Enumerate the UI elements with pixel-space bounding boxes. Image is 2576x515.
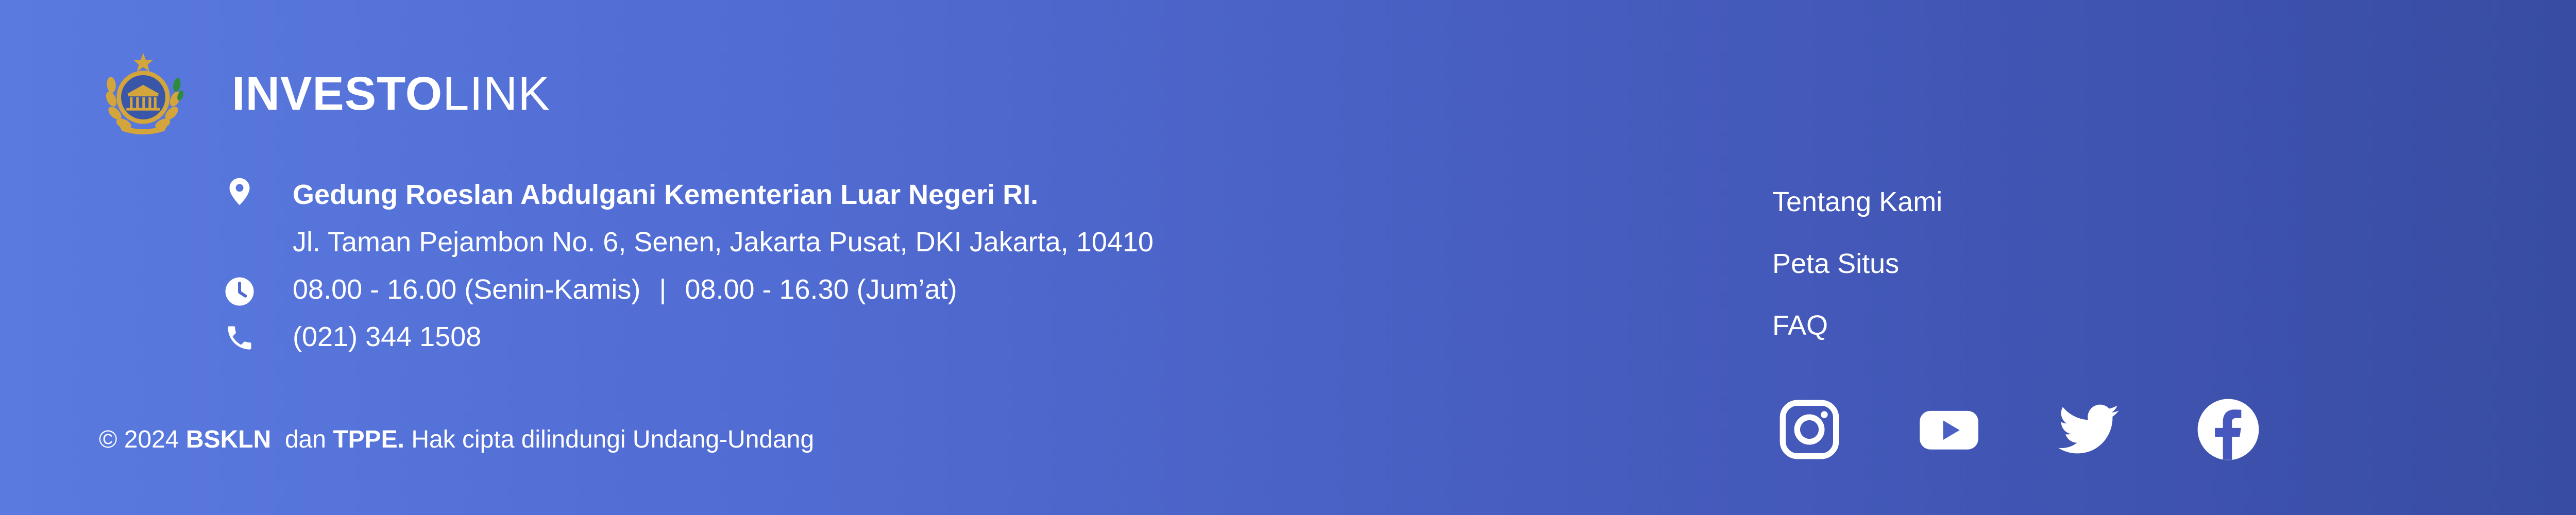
hours-weekday: 08.00 - 16.00 (Senin-Kamis) — [293, 274, 641, 305]
facebook-button[interactable] — [2195, 397, 2261, 462]
address-row: Gedung Roeslan Abdulgani Kementerian Lua… — [224, 171, 1154, 266]
link-peta-situs[interactable]: Peta Situs — [1772, 247, 1942, 280]
footer-links: Tentang Kami Peta Situs FAQ — [1772, 185, 1942, 371]
contact-info: Gedung Roeslan Abdulgani Kementerian Lua… — [224, 171, 1154, 360]
site-footer: INVESTOLINK Gedung Roeslan Abdulgani Kem… — [0, 0, 2576, 515]
map-pin-icon — [229, 178, 250, 205]
copyright-org-tppe: TPPE. — [333, 426, 404, 453]
brand-logo-text: INVESTOLINK — [232, 70, 550, 117]
phone-number[interactable]: (021) 344 1508 — [293, 313, 481, 360]
hours-separator: | — [659, 274, 667, 305]
brand-name-bold: INVESTO — [232, 67, 443, 120]
instagram-button[interactable] — [1776, 397, 1842, 462]
office-hours: 08.00 - 16.00 (Senin-Kamis) | 08.00 - 16.3… — [293, 266, 957, 313]
social-links — [1776, 397, 2335, 462]
copyright-prefix: © 2024 — [99, 426, 179, 453]
government-emblem-icon — [106, 53, 184, 135]
brand[interactable]: INVESTOLINK — [99, 49, 550, 138]
phone-row: (021) 344 1508 — [224, 313, 1154, 360]
copyright: © 2024 BSKLN dan TPPE. Hak cipta dilindu… — [99, 423, 814, 456]
phone-icon — [228, 326, 251, 350]
twitter-button[interactable] — [2056, 397, 2122, 462]
copyright-conj: dan — [284, 426, 326, 453]
copyright-org-bskln: BSKLN — [185, 426, 272, 453]
twitter-icon — [2058, 404, 2119, 454]
address-title: Gedung Roeslan Abdulgani Kementerian Lua… — [293, 179, 1039, 210]
brand-name-light: LINK — [443, 67, 550, 120]
link-tentang-kami[interactable]: Tentang Kami — [1772, 185, 1942, 218]
instagram-icon — [1780, 400, 1839, 459]
facebook-icon — [2197, 399, 2259, 460]
youtube-icon — [1920, 410, 1978, 450]
address-line: Jl. Taman Pejambon No. 6, Senen, Jakarta… — [293, 227, 1154, 258]
hours-friday: 08.00 - 16.30 (Jum’at) — [685, 274, 957, 305]
youtube-button[interactable] — [1916, 397, 1982, 462]
clock-icon — [225, 277, 254, 306]
copyright-suffix: Hak cipta dilindungi Undang-Undang — [411, 426, 815, 453]
link-faq[interactable]: FAQ — [1772, 309, 1942, 342]
hours-row: 08.00 - 16.00 (Senin-Kamis) | 08.00 - 16.3… — [224, 266, 1154, 313]
